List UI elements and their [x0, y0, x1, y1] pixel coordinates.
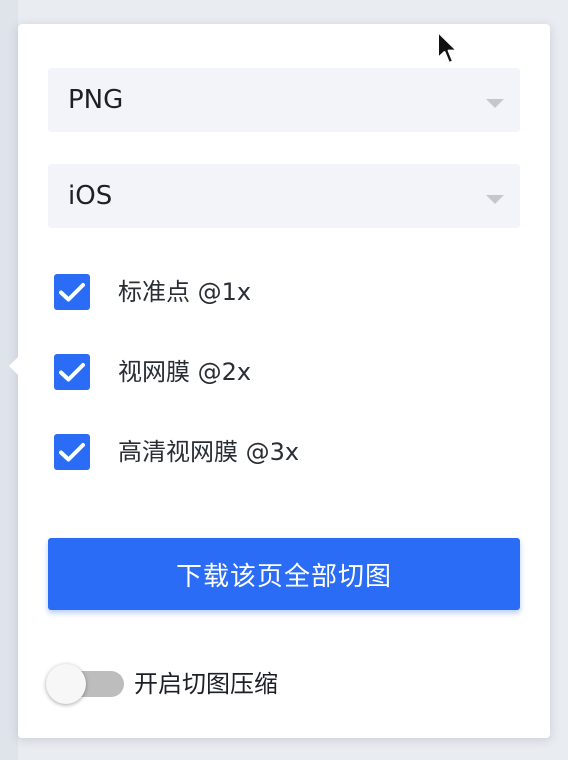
download-all-slices-button[interactable]: 下载该页全部切图	[48, 538, 520, 610]
checkbox-2x[interactable]	[54, 354, 90, 390]
checkbox-3x[interactable]	[54, 434, 90, 470]
compress-toggle-row[interactable]: 开启切图压缩	[46, 664, 446, 704]
check-icon	[59, 443, 85, 462]
format-select-value: PNG	[68, 85, 124, 115]
checkbox-1x[interactable]	[54, 274, 90, 310]
background-strip	[0, 0, 18, 760]
scale-option-3x[interactable]: 高清视网膜 @3x	[54, 434, 474, 470]
export-panel: PNG iOS 标准点 @1x 视网膜 @2x 高清视网膜 @3x 下载该页全部…	[9, 24, 550, 738]
platform-select-value: iOS	[68, 181, 113, 211]
scale-option-2x[interactable]: 视网膜 @2x	[54, 354, 474, 390]
format-select[interactable]: PNG	[48, 68, 520, 132]
caret-down-icon	[486, 99, 504, 108]
panel-pointer-arrow	[9, 356, 19, 376]
caret-down-icon	[486, 195, 504, 204]
compress-toggle-label: 开启切图压缩	[134, 670, 278, 698]
scale-option-label: 视网膜 @2x	[118, 358, 252, 386]
scale-option-label: 标准点 @1x	[118, 278, 252, 306]
scale-option-1x[interactable]: 标准点 @1x	[54, 274, 474, 310]
check-icon	[59, 283, 85, 302]
platform-select[interactable]: iOS	[48, 164, 520, 228]
check-icon	[59, 363, 85, 382]
compress-toggle-knob[interactable]	[46, 664, 86, 704]
scale-option-label: 高清视网膜 @3x	[118, 438, 300, 466]
mouse-cursor-icon	[437, 31, 458, 64]
